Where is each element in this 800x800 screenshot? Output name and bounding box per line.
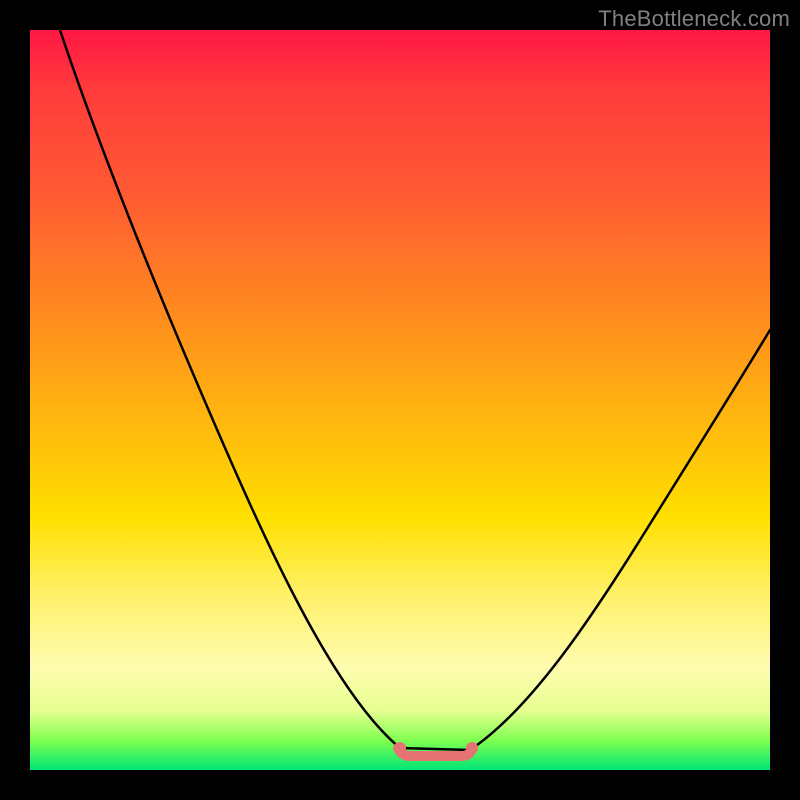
bottleneck-curve [60, 30, 770, 750]
optimal-range-end-dot [466, 742, 478, 754]
chart-frame: TheBottleneck.com [0, 0, 800, 800]
curve-layer [30, 30, 770, 770]
watermark-text: TheBottleneck.com [598, 6, 790, 32]
optimal-range-start-dot [394, 742, 406, 754]
plot-area [30, 30, 770, 770]
